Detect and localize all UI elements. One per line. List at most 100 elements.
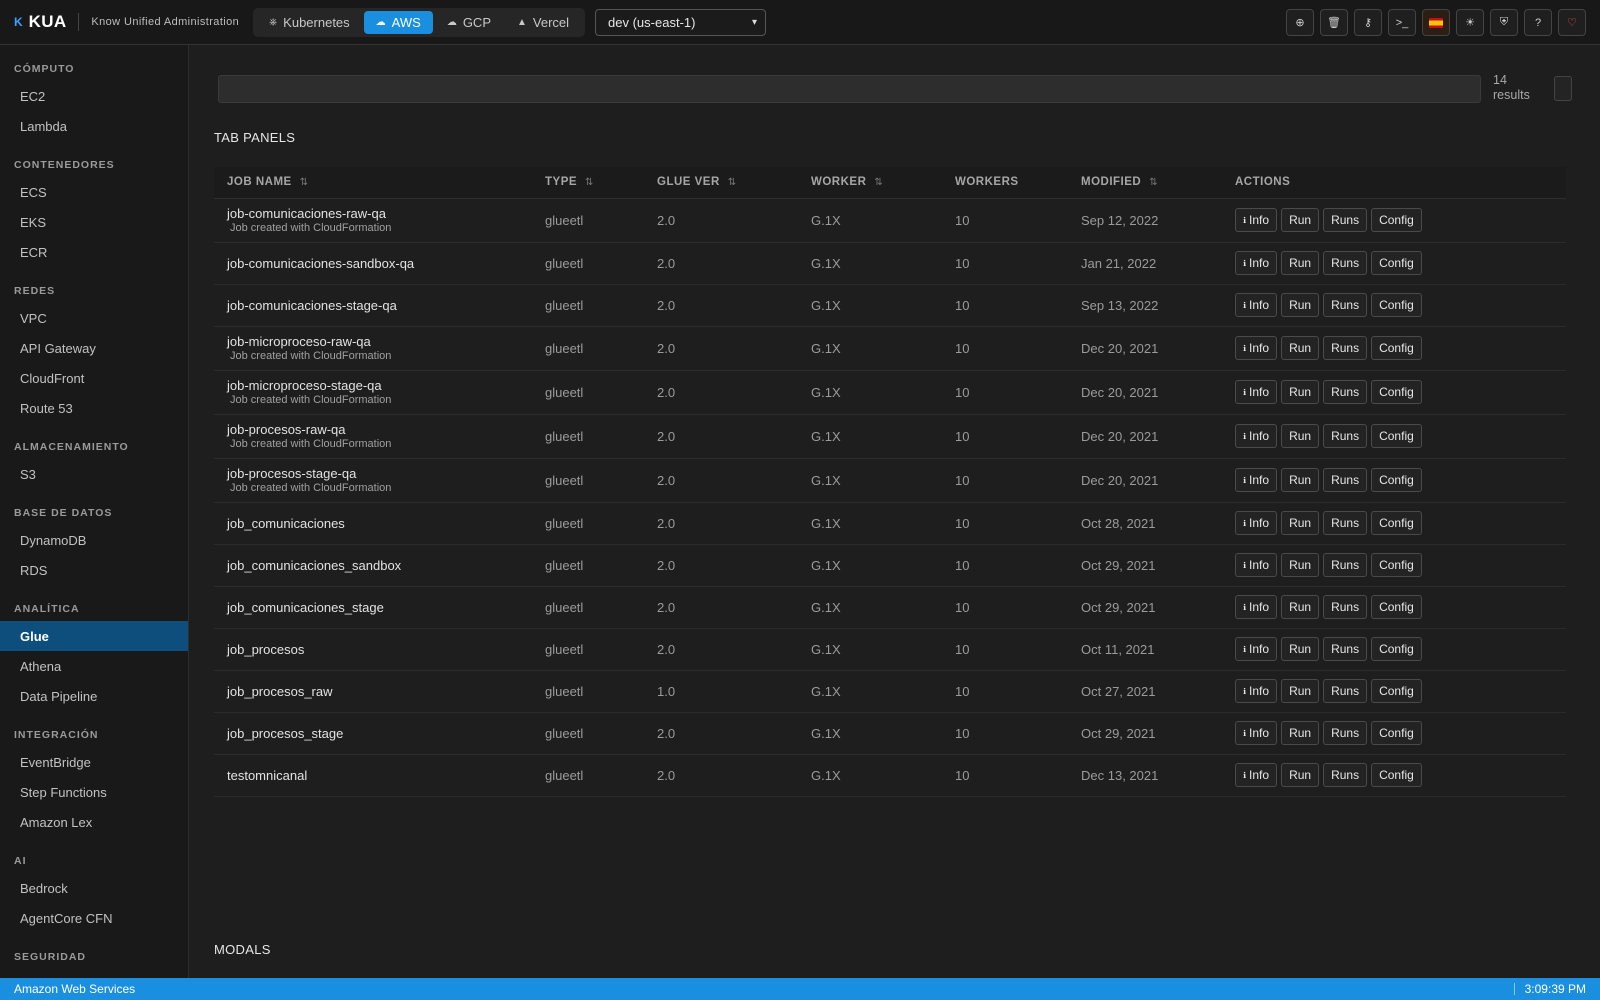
- run-button[interactable]: Run: [1281, 763, 1320, 787]
- info-button[interactable]: ℹ Info: [1235, 293, 1278, 317]
- sort-icon[interactable]: ⇅: [728, 177, 737, 188]
- runs-button[interactable]: Runs: [1323, 637, 1368, 661]
- heart-button[interactable]: ♡: [1558, 9, 1586, 36]
- run-button[interactable]: Run: [1281, 553, 1320, 577]
- sidebar-item-bedrock[interactable]: Bedrock: [0, 873, 188, 903]
- sort-icon[interactable]: ⇅: [585, 177, 594, 188]
- run-button[interactable]: Run: [1281, 251, 1320, 275]
- tab-vercel[interactable]: ▲ Vercel: [505, 11, 581, 34]
- run-button[interactable]: Run: [1281, 208, 1320, 232]
- sidebar-item-agentcore-cfn[interactable]: AgentCore CFN: [0, 903, 188, 933]
- config-button[interactable]: Config: [1371, 763, 1422, 787]
- sidebar-item-ecr[interactable]: ECR: [0, 237, 188, 267]
- info-button[interactable]: ℹ Info: [1235, 511, 1278, 535]
- table-row[interactable]: job_procesos_stage glueetl 2.0 G.1X 10 Oct 29…: [214, 712, 1566, 755]
- config-button[interactable]: Config: [1371, 251, 1422, 275]
- runs-button[interactable]: Runs: [1323, 251, 1368, 275]
- sidebar-item-ecs[interactable]: ECS: [0, 177, 188, 207]
- run-button[interactable]: Run: [1281, 511, 1320, 535]
- table-row[interactable]: job-microproceso-raw-qa Job created with …: [214, 326, 1566, 371]
- table-row[interactable]: job_comunicaciones_stage glueetl 2.0 G.1X 10…: [214, 586, 1566, 629]
- run-button[interactable]: Run: [1281, 721, 1320, 745]
- sidebar-item-vpc[interactable]: VPC: [0, 303, 188, 333]
- run-button[interactable]: Run: [1281, 595, 1320, 619]
- column-header-modified[interactable]: MODIFIED ⇅: [1068, 167, 1222, 199]
- job-name[interactable]: job-procesos-stage-qa: [227, 466, 532, 481]
- config-button[interactable]: Config: [1371, 679, 1422, 703]
- runs-button[interactable]: Runs: [1323, 511, 1368, 535]
- config-button[interactable]: Config: [1371, 637, 1422, 661]
- job-name[interactable]: job-procesos-raw-qa: [227, 422, 532, 437]
- tab-kubernetes[interactable]: ⎈ Kubernetes: [257, 11, 362, 34]
- info-button[interactable]: ℹ Info: [1235, 208, 1278, 232]
- add-button[interactable]: ⊕: [1286, 9, 1314, 36]
- sidebar-item-glue[interactable]: Glue: [0, 621, 188, 651]
- run-button[interactable]: Run: [1281, 380, 1320, 404]
- table-row[interactable]: job_comunicaciones_sandbox glueetl 2.0 G.1X…: [214, 544, 1566, 587]
- sidebar-item-step-functions[interactable]: Step Functions: [0, 777, 188, 807]
- job-name[interactable]: job_procesos_raw: [227, 684, 532, 699]
- tab-aws[interactable]: ☁ AWS: [363, 10, 433, 34]
- job-name[interactable]: job-comunicaciones-stage-qa: [227, 298, 532, 313]
- sidebar-item-eventbridge[interactable]: EventBridge: [0, 747, 188, 777]
- job-name[interactable]: testomnicanal: [227, 768, 532, 783]
- config-button[interactable]: Config: [1371, 380, 1422, 404]
- sidebar-item-api-gateway[interactable]: API Gateway: [0, 333, 188, 363]
- info-button[interactable]: ℹ Info: [1235, 553, 1278, 577]
- sidebar-item-cognito[interactable]: Cognito: [0, 969, 188, 979]
- config-button[interactable]: Config: [1371, 553, 1422, 577]
- runs-button[interactable]: Runs: [1323, 424, 1368, 448]
- runs-button[interactable]: Runs: [1323, 336, 1368, 360]
- flag-spain-button[interactable]: [1422, 9, 1450, 36]
- config-button[interactable]: Config: [1371, 721, 1422, 745]
- sidebar-item-lambda[interactable]: Lambda: [0, 111, 188, 141]
- sidebar-item-route-53[interactable]: Route 53: [0, 393, 188, 423]
- column-header-worker[interactable]: WORKER ⇅: [798, 167, 942, 199]
- run-button[interactable]: Run: [1281, 293, 1320, 317]
- sidebar-item-ec2[interactable]: EC2: [0, 81, 188, 111]
- region-select[interactable]: dev (us-east-1) ▾: [595, 8, 767, 36]
- job-name[interactable]: job-microproceso-stage-qa: [227, 378, 532, 393]
- key-button[interactable]: ⚷: [1354, 9, 1382, 36]
- table-row[interactable]: job_procesos_raw glueetl 1.0 G.1X 10 Oct 27, …: [214, 670, 1566, 713]
- search-input[interactable]: [218, 75, 1481, 103]
- runs-button[interactable]: Runs: [1323, 208, 1368, 232]
- sidebar-item-eks[interactable]: EKS: [0, 207, 188, 237]
- info-button[interactable]: ℹ Info: [1235, 595, 1278, 619]
- runs-button[interactable]: Runs: [1323, 763, 1368, 787]
- info-button[interactable]: ℹ Info: [1235, 721, 1278, 745]
- run-button[interactable]: Run: [1281, 424, 1320, 448]
- options-button[interactable]: [1554, 76, 1572, 101]
- sidebar-item-athena[interactable]: Athena: [0, 651, 188, 681]
- info-button[interactable]: ℹ Info: [1235, 424, 1278, 448]
- runs-button[interactable]: Runs: [1323, 380, 1368, 404]
- runs-button[interactable]: Runs: [1323, 553, 1368, 577]
- config-button[interactable]: Config: [1371, 511, 1422, 535]
- info-button[interactable]: ℹ Info: [1235, 763, 1278, 787]
- runs-button[interactable]: Runs: [1323, 721, 1368, 745]
- table-row[interactable]: job-comunicaciones-sandbox-qa glueetl 2.0 G…: [214, 242, 1566, 285]
- table-row[interactable]: job_comunicaciones glueetl 2.0 G.1X 10 Oct 28…: [214, 502, 1566, 545]
- job-name[interactable]: job_procesos_stage: [227, 726, 532, 741]
- run-button[interactable]: Run: [1281, 468, 1320, 492]
- column-header-glue-ver[interactable]: GLUE VER ⇅: [644, 167, 798, 199]
- job-name[interactable]: job-microproceso-raw-qa: [227, 334, 532, 349]
- job-name[interactable]: job_procesos: [227, 642, 532, 657]
- info-button[interactable]: ℹ Info: [1235, 468, 1278, 492]
- run-button[interactable]: Run: [1281, 679, 1320, 703]
- table-row[interactable]: job_procesos glueetl 2.0 G.1X 10 Oct 11, 2021…: [214, 628, 1566, 671]
- table-row[interactable]: job-comunicaciones-raw-qa Job created wit…: [214, 198, 1566, 243]
- sidebar-item-amazon-lex[interactable]: Amazon Lex: [0, 807, 188, 837]
- terminal-button[interactable]: >_: [1388, 9, 1416, 36]
- job-name[interactable]: job-comunicaciones-raw-qa: [227, 206, 532, 221]
- sidebar-item-s3[interactable]: S3: [0, 459, 188, 489]
- app-logo[interactable]: K KUA: [14, 12, 66, 32]
- sidebar-item-cloudfront[interactable]: CloudFront: [0, 363, 188, 393]
- sidebar-item-data-pipeline[interactable]: Data Pipeline: [0, 681, 188, 711]
- config-button[interactable]: Config: [1371, 424, 1422, 448]
- runs-button[interactable]: Runs: [1323, 468, 1368, 492]
- table-row[interactable]: job-microproceso-stage-qa Job created wit…: [214, 370, 1566, 415]
- run-button[interactable]: Run: [1281, 637, 1320, 661]
- info-button[interactable]: ℹ Info: [1235, 679, 1278, 703]
- tab-gcp[interactable]: ☁ GCP: [435, 11, 503, 34]
